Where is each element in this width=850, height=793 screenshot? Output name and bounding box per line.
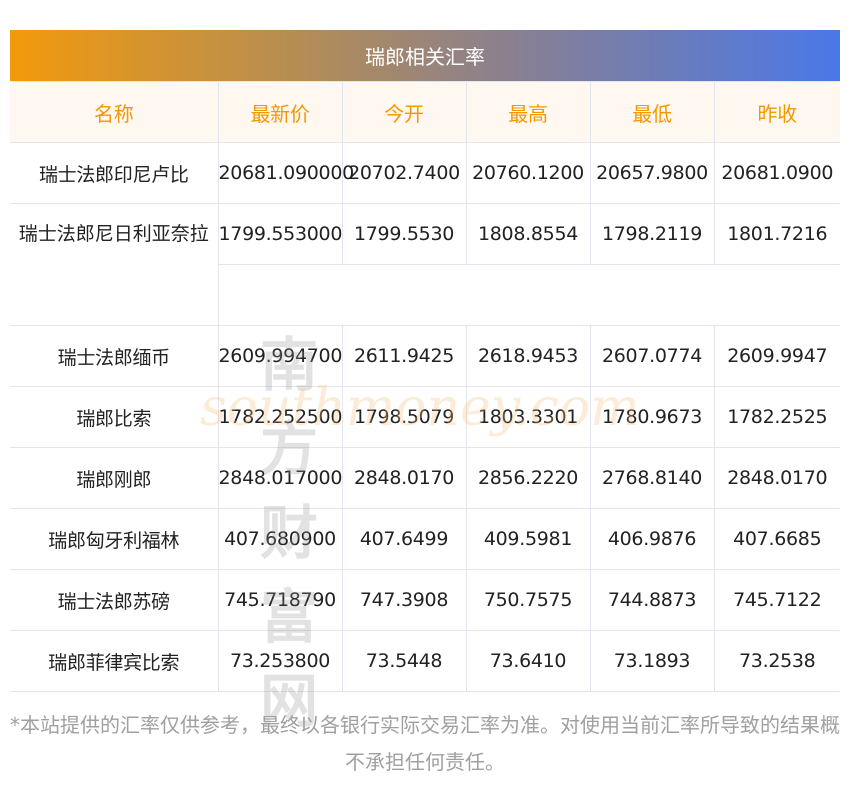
cell-open: 2848.0170 [341, 447, 467, 509]
cell-high: 2856.2220 [465, 447, 591, 509]
cell-name: 瑞郎比索 [10, 386, 219, 448]
cell-latest: 20681.090000 [217, 142, 354, 204]
cell-high: 750.7575 [465, 569, 591, 631]
cell-prev-close: 1801.7216 [714, 203, 840, 265]
cell-name: 瑞郎菲律宾比索 [10, 630, 219, 692]
cell-prev-close: 407.6685 [714, 508, 840, 570]
cell-high: 20760.1200 [465, 142, 591, 204]
cell-latest: 407.680900 [217, 508, 343, 570]
exchange-rate-table: 名称 最新价 今开 最高 最低 昨收 瑞士法郎印尼卢比 20681.090000 2… [10, 81, 840, 692]
cell-low: 1780.9673 [589, 386, 715, 448]
cell-low: 73.1893 [589, 630, 715, 692]
cell-name: 瑞郎匈牙利福林 [10, 508, 219, 570]
cell-open: 1798.5079 [341, 386, 467, 448]
cell-low: 744.8873 [589, 569, 715, 631]
cell-prev-close: 1782.2525 [714, 386, 840, 448]
cell-open: 1799.5530 [341, 203, 467, 265]
table-row: 瑞郎刚郎 2848.017000 2848.0170 2856.2220 2768.81… [10, 447, 840, 509]
header-row: 名称 最新价 今开 最高 最低 昨收 [10, 81, 840, 143]
header-open: 今开 [341, 81, 467, 143]
cell-name: 瑞士法郎苏磅 [10, 569, 219, 631]
cell-low: 406.9876 [589, 508, 715, 570]
cell-low: 2607.0774 [589, 325, 715, 387]
cell-latest: 2848.017000 [217, 447, 343, 509]
table-row: 瑞郎比索 1782.252500 1798.5079 1803.3301 1780.96… [10, 386, 840, 448]
table-title: 瑞郎相关汇率 [10, 30, 840, 81]
header-high: 最高 [465, 81, 591, 143]
cell-low: 1798.2119 [589, 203, 715, 265]
cell-prev-close: 745.7122 [714, 569, 840, 631]
table-row: 瑞郎菲律宾比索 73.253800 73.5448 73.6410 73.1893 73.… [10, 630, 840, 692]
cell-high: 1803.3301 [465, 386, 591, 448]
cell-open: 73.5448 [341, 630, 467, 692]
cell-latest: 1799.553000 [217, 203, 343, 265]
cell-high: 409.5981 [465, 508, 591, 570]
table-row: 瑞士法郎苏磅 745.718790 747.3908 750.7575 744.8873… [10, 569, 840, 631]
cell-low: 2768.8140 [589, 447, 715, 509]
cell-open: 2611.9425 [341, 325, 467, 387]
header-prev-close: 昨收 [714, 81, 840, 143]
cell-low: 20657.9800 [589, 142, 715, 204]
cell-latest: 2609.994700 [217, 325, 343, 387]
table-row: 瑞士法郎尼日利亚奈拉 1799.553000 1799.5530 1808.8554 1… [10, 203, 840, 326]
cell-prev-close: 2848.0170 [714, 447, 840, 509]
cell-open: 407.6499 [341, 508, 467, 570]
cell-high: 2618.9453 [465, 325, 591, 387]
header-low: 最低 [589, 81, 715, 143]
cell-high: 1808.8554 [465, 203, 591, 265]
header-name: 名称 [10, 81, 219, 143]
cell-name: 瑞士法郎缅币 [10, 325, 219, 387]
cell-high: 73.6410 [465, 630, 591, 692]
cell-open: 20702.7400 [341, 142, 467, 204]
table-row: 瑞士法郎缅币 2609.994700 2611.9425 2618.9453 2607.… [10, 325, 840, 387]
header-latest: 最新价 [217, 81, 343, 143]
empty-cell [218, 264, 840, 326]
cell-name: 瑞郎刚郎 [10, 447, 219, 509]
disclaimer-note: *本站提供的汇率仅供参考，最终以各银行实际交易汇率为准。对使用当前汇率所导致的结… [10, 713, 840, 774]
table-row: 瑞士法郎印尼卢比 20681.090000 20702.7400 20760.1200… [10, 142, 840, 204]
cell-name: 瑞士法郎尼日利亚奈拉 [10, 203, 219, 326]
cell-latest: 73.253800 [217, 630, 343, 692]
cell-prev-close: 73.2538 [714, 630, 840, 692]
cell-latest: 745.718790 [217, 569, 343, 631]
cell-latest: 1782.252500 [217, 386, 343, 448]
table-row: 瑞郎匈牙利福林 407.680900 407.6499 409.5981 406.987… [10, 508, 840, 570]
cell-open: 747.3908 [341, 569, 467, 631]
cell-prev-close: 2609.9947 [714, 325, 840, 387]
cell-prev-close: 20681.0900 [714, 142, 840, 204]
cell-name: 瑞士法郎印尼卢比 [10, 142, 219, 204]
